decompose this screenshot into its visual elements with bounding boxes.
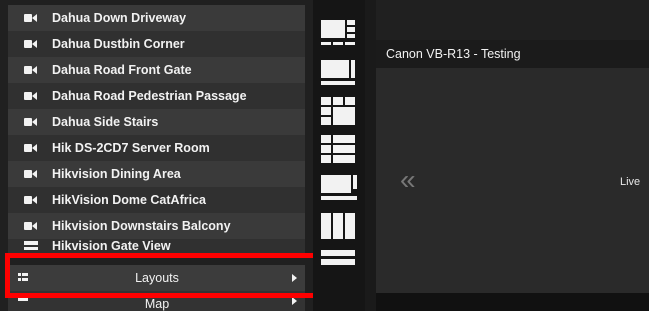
chevron-right-icon xyxy=(292,297,297,305)
double-chevron-left-icon[interactable]: « xyxy=(400,166,416,194)
layout-large-plus-side-button[interactable] xyxy=(321,20,357,48)
map-label: Map xyxy=(144,297,170,311)
camera-icon xyxy=(18,64,40,76)
camera-icon xyxy=(18,12,40,24)
camera-label: Dahua Road Pedestrian Passage xyxy=(52,89,247,103)
live-status-text: Live xyxy=(620,176,641,188)
camera-item[interactable]: Hikvision Gate View xyxy=(8,239,305,253)
camera-item[interactable]: Hikvision Dining Area xyxy=(8,161,305,187)
camera-list: Dahua Down Driveway Dahua Dustbin Corner… xyxy=(8,5,305,253)
layouts-icon xyxy=(18,272,32,284)
camera-label: HikVision Dome CatAfrica xyxy=(52,193,206,207)
layout-three-columns-button[interactable] xyxy=(321,213,357,241)
layouts-menu-item[interactable]: Layouts xyxy=(8,265,305,291)
camera-panel: Dahua Down Driveway Dahua Dustbin Corner… xyxy=(0,0,337,311)
camera-item[interactable]: Dahua Road Front Gate xyxy=(8,57,305,83)
layouts-label: Layouts xyxy=(135,271,179,285)
camera-label: Hik DS-2CD7 Server Room xyxy=(52,141,210,155)
camera-label: Hikvision Dining Area xyxy=(52,167,181,181)
camera-icon xyxy=(18,90,40,102)
chevron-right-icon xyxy=(292,274,297,282)
video-viewer: Canon VB-R13 - Testing « Live xyxy=(376,0,649,293)
camera-icon xyxy=(18,220,40,232)
map-menu-item[interactable]: Map xyxy=(8,291,305,311)
viewer-toolbar xyxy=(376,0,649,40)
camera-item[interactable]: Dahua Down Driveway xyxy=(8,5,305,31)
camera-item[interactable]: Dahua Road Pedestrian Passage xyxy=(8,83,305,109)
camera-item[interactable]: Hikvision Downstairs Balcony xyxy=(8,213,305,239)
map-icon xyxy=(18,291,32,303)
camera-item[interactable]: HikVision Dome CatAfrica xyxy=(8,187,305,213)
camera-label: Hikvision Downstairs Balcony xyxy=(52,219,231,233)
camera-icon xyxy=(18,168,40,180)
camera-item[interactable]: Hik DS-2CD7 Server Room xyxy=(8,135,305,161)
camera-label: Dahua Dustbin Corner xyxy=(52,37,185,51)
layout-picker-strip xyxy=(313,0,365,311)
camera-label: Dahua Road Front Gate xyxy=(52,63,192,77)
camera-label: Hikvision Gate View xyxy=(52,239,171,253)
layout-list-button[interactable] xyxy=(321,135,357,163)
camera-item[interactable]: Dahua Dustbin Corner xyxy=(8,31,305,57)
camera-item[interactable]: Dahua Side Stairs xyxy=(8,109,305,135)
camera-icon xyxy=(18,38,40,50)
camera-icon xyxy=(18,116,40,128)
camera-label: Dahua Side Stairs xyxy=(52,115,159,129)
viewer-title: Canon VB-R13 - Testing xyxy=(376,40,649,68)
layout-large-plus-corner-button[interactable] xyxy=(321,175,357,203)
layout-grid-button[interactable] xyxy=(321,97,357,125)
camera-icon xyxy=(18,142,40,154)
camera-group-icon xyxy=(18,239,40,251)
layout-two-rows-button[interactable] xyxy=(321,250,357,278)
layout-large-plus-right-button[interactable] xyxy=(321,60,357,88)
camera-label: Dahua Down Driveway xyxy=(52,11,187,25)
camera-icon xyxy=(18,194,40,206)
viewer-footer xyxy=(376,293,649,311)
